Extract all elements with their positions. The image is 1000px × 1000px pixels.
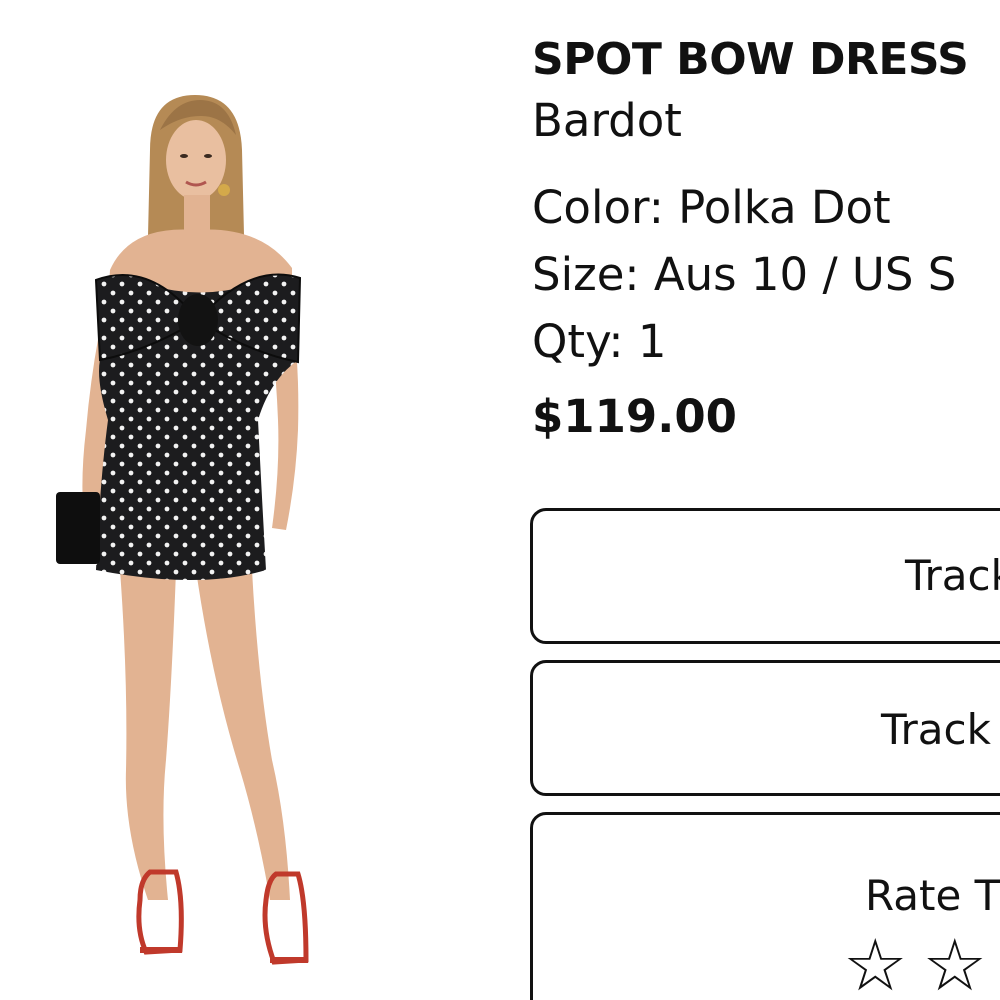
track-button-1-label: Track (905, 551, 1000, 600)
star-rating: ☆ ☆ ☆ (843, 925, 1000, 1000)
rating-panel: Rate Th ☆ ☆ ☆ (530, 812, 1000, 1000)
track-button-1[interactable]: Track (530, 508, 1000, 644)
product-attributes: Color: Polka Dot Size: Aus 10 / US S Qty… (532, 174, 1000, 375)
size-attribute: Size: Aus 10 / US S (532, 248, 957, 301)
price: $119.00 (532, 390, 737, 443)
order-item-detail: SPOT BOW DRESS Bardot Color: Polka Dot S… (0, 0, 1000, 1000)
product-title: SPOT BOW DRESS (532, 34, 969, 85)
color-attribute: Color: Polka Dot (532, 181, 891, 234)
product-details: SPOT BOW DRESS Bardot Color: Polka Dot S… (532, 30, 1000, 447)
rating-label: Rate Th (865, 871, 1000, 920)
track-button-2-label: Track (881, 705, 991, 754)
star-outline-icon[interactable]: ☆ (922, 925, 987, 1000)
track-button-2[interactable]: Track (530, 660, 1000, 796)
model-in-dress-illustration (56, 95, 309, 965)
brand-name: Bardot (532, 94, 682, 147)
quantity-attribute: Qty: 1 (532, 315, 667, 368)
star-outline-icon[interactable]: ☆ (843, 925, 908, 1000)
product-image (0, 0, 500, 1000)
